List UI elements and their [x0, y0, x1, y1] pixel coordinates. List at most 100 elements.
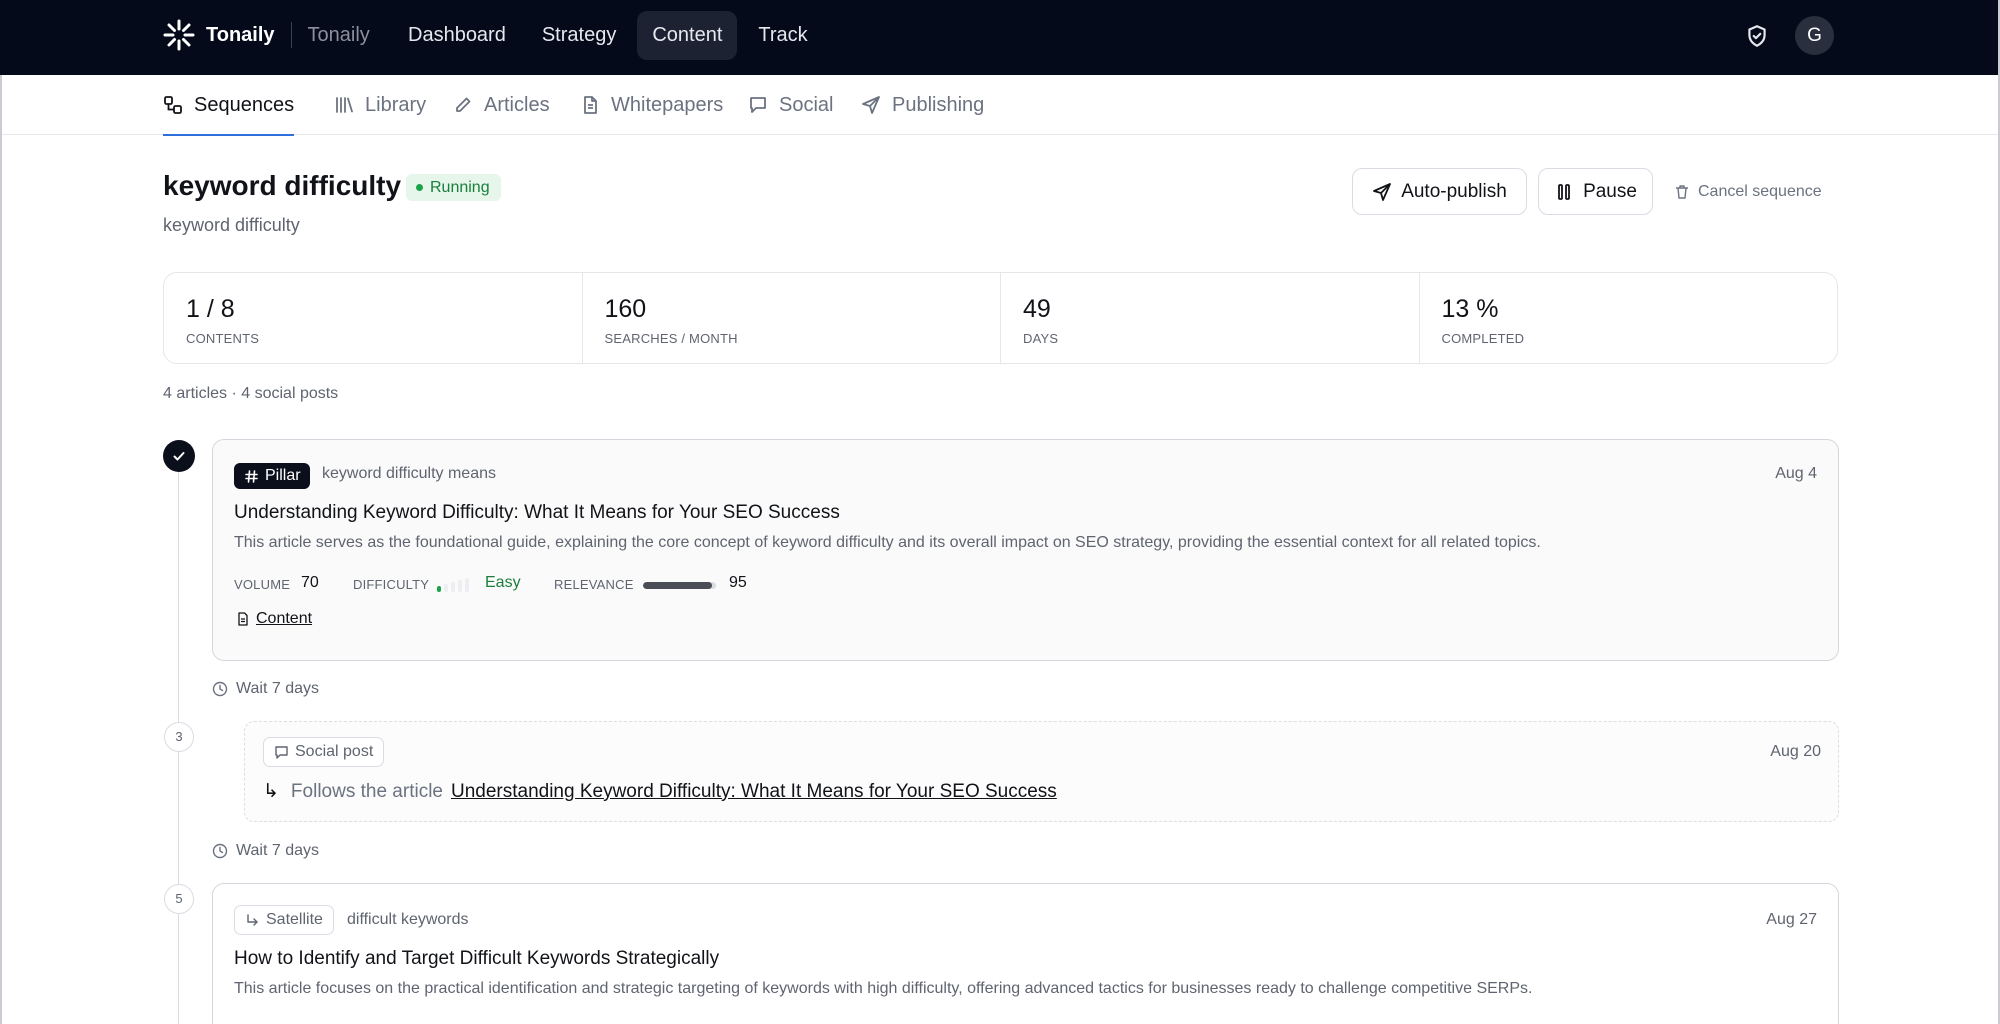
- stat-completed: 13 % COMPLETED: [1420, 273, 1838, 363]
- pause-button[interactable]: Pause: [1538, 168, 1653, 215]
- difficulty-value: Easy: [485, 574, 521, 591]
- clock-icon: [212, 681, 228, 697]
- relevance-value: 95: [729, 574, 747, 591]
- relevance-label: RELEVANCE: [554, 577, 634, 592]
- nav-content[interactable]: Content: [637, 11, 738, 60]
- workspace-name[interactable]: Tonaily: [308, 24, 370, 47]
- content-subtabs: Sequences Library Articles Whitepapers S…: [0, 75, 2000, 136]
- item-date: Aug 4: [1775, 465, 1817, 482]
- auto-publish-label: Auto-publish: [1401, 180, 1507, 202]
- stat-value: 13 %: [1441, 295, 1499, 323]
- brand-name: Tonaily: [206, 23, 275, 46]
- content-link[interactable]: Content: [236, 610, 312, 628]
- pause-label: Pause: [1583, 180, 1637, 202]
- library-icon: [336, 97, 353, 113]
- volume-label: VOLUME: [234, 577, 291, 592]
- tab-library[interactable]: Library: [334, 75, 426, 135]
- document-icon: [238, 612, 248, 626]
- stat-label: DAYS: [1023, 331, 1059, 346]
- tab-whitepapers[interactable]: Whitepapers: [580, 75, 723, 135]
- chat-icon: [275, 745, 288, 759]
- type-badge-social: Social post: [263, 737, 385, 767]
- type-label: Satellite: [266, 911, 323, 928]
- tab-articles[interactable]: Articles: [453, 75, 550, 135]
- difficulty-meter: [437, 578, 469, 592]
- document-icon: [584, 96, 597, 114]
- tab-label: Library: [365, 93, 427, 116]
- hash-icon: [245, 469, 258, 483]
- pause-icon: [1558, 183, 1570, 200]
- user-avatar[interactable]: G: [1795, 16, 1834, 55]
- page-subtitle: keyword difficulty: [163, 215, 300, 235]
- tab-sequences[interactable]: Sequences: [163, 75, 295, 136]
- follows-label: Follows the article: [290, 780, 443, 802]
- sequences-icon: [164, 96, 182, 114]
- type-badge-pillar: Pillar: [234, 463, 310, 489]
- cancel-sequence-button[interactable]: Cancel sequence: [1674, 178, 1822, 206]
- main-nav: Dashboard Strategy Content Track: [393, 11, 823, 60]
- stat-label: COMPLETED: [1441, 331, 1525, 346]
- sequence-item-social[interactable]: Social post Aug 20: [244, 721, 1839, 822]
- brand[interactable]: Tonaily Tonaily: [162, 17, 370, 53]
- nav-strategy[interactable]: Strategy: [527, 11, 631, 60]
- pencil-icon: [456, 97, 471, 112]
- stat-label: SEARCHES / MONTH: [604, 331, 738, 346]
- item-keyword: difficult keywords: [347, 911, 469, 928]
- tab-label: Publishing: [892, 93, 985, 116]
- wait-step: Wait 7 days: [212, 842, 319, 860]
- step-number: 3: [164, 722, 194, 752]
- sequence-stats: 1 / 8 CONTENTS 160 SEARCHES / MONTH 49 D…: [163, 272, 1838, 364]
- sequence-item-satellite[interactable]: Satellite difficult keywords Aug 27 How …: [212, 883, 1839, 1024]
- tab-label: Sequences: [194, 93, 295, 116]
- item-date: Aug 27: [1766, 911, 1817, 928]
- clock-icon: [212, 843, 228, 859]
- content-summary: 4 articles · 4 social posts: [163, 385, 339, 402]
- stat-value: 49: [1023, 295, 1051, 323]
- trash-icon: [1676, 185, 1688, 199]
- tab-social[interactable]: Social: [748, 75, 833, 135]
- difficulty-meter-bar: [444, 584, 448, 592]
- follows-article: ↳ Follows the article Understanding Keyw…: [263, 780, 1057, 803]
- shield-check-icon[interactable]: [1744, 23, 1770, 49]
- page-title: keyword difficulty: [163, 170, 402, 201]
- chat-icon: [750, 97, 766, 113]
- stat-days: 49 DAYS: [1001, 273, 1420, 363]
- type-label: Social post: [295, 743, 374, 760]
- nav-track[interactable]: Track: [743, 11, 822, 60]
- difficulty-label: DIFFICULTY: [353, 577, 430, 592]
- step-number: 5: [164, 884, 194, 914]
- type-badge-satellite: Satellite: [234, 905, 334, 935]
- send-icon: [1373, 182, 1392, 201]
- item-title[interactable]: How to Identify and Target Difficult Key…: [234, 948, 719, 970]
- difficulty-meter-bar: [437, 586, 441, 592]
- type-label: Pillar: [265, 467, 301, 484]
- nav-dashboard[interactable]: Dashboard: [393, 11, 521, 60]
- cancel-label: Cancel sequence: [1698, 183, 1822, 200]
- send-icon: [862, 96, 880, 114]
- check-icon: [173, 452, 185, 461]
- wait-label: Wait 7 days: [236, 680, 319, 697]
- brand-divider: [290, 22, 292, 48]
- item-date: Aug 20: [1770, 743, 1821, 760]
- window-edge-left: [0, 75, 2, 1024]
- follows-article-link[interactable]: Understanding Keyword Difficulty: What I…: [451, 781, 1057, 803]
- wait-label: Wait 7 days: [236, 842, 319, 859]
- corner-arrow-icon: [247, 913, 258, 926]
- stat-label: CONTENTS: [186, 331, 260, 346]
- step-done-marker: [163, 440, 195, 472]
- sparkle-logo-icon: [163, 19, 195, 51]
- sequence-item-pillar[interactable]: Pillar keyword difficulty means Aug 4 Un…: [212, 439, 1839, 661]
- stat-value: 1 / 8: [186, 295, 235, 323]
- item-description: This article serves as the foundational …: [234, 534, 1541, 551]
- item-description: This article focuses on the practical id…: [234, 980, 1533, 997]
- auto-publish-button[interactable]: Auto-publish: [1352, 168, 1527, 215]
- stat-value: 160: [604, 295, 647, 323]
- tab-label: Social: [779, 93, 834, 116]
- volume-value: 70: [301, 574, 319, 591]
- stat-searches: 160 SEARCHES / MONTH: [583, 273, 1001, 363]
- wait-step: Wait 7 days: [212, 680, 319, 698]
- item-title[interactable]: Understanding Keyword Difficulty: What I…: [234, 502, 840, 524]
- difficulty-meter-bar: [458, 580, 462, 592]
- tab-publishing[interactable]: Publishing: [861, 75, 984, 135]
- difficulty-meter-bar: [451, 582, 455, 592]
